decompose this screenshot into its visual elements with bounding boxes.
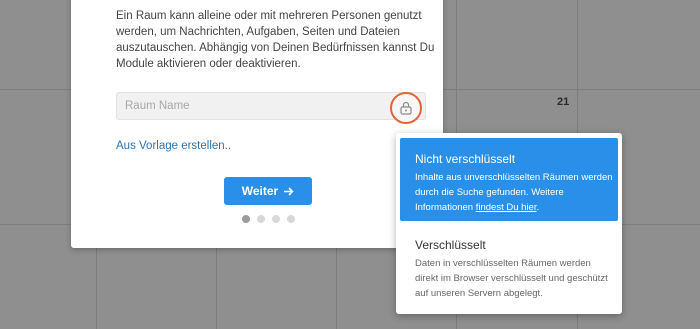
next-button-label: Weiter	[241, 184, 279, 198]
option-description: Inhalte aus unverschlüsselten Räumen wer…	[415, 172, 613, 213]
step-dot-3[interactable]	[272, 215, 280, 223]
next-button[interactable]: Weiter	[224, 177, 312, 205]
step-dot-1[interactable]	[242, 215, 250, 223]
modal-description: Ein Raum kann alleine oder mit mehreren …	[116, 10, 435, 70]
encryption-toggle-button[interactable]	[390, 92, 422, 124]
step-dot-2[interactable]	[257, 215, 265, 223]
calendar-day-number[interactable]: 21	[557, 96, 569, 108]
step-dot-4[interactable]	[287, 215, 295, 223]
lock-icon	[400, 101, 412, 115]
step-indicator	[242, 215, 295, 223]
more-info-link[interactable]: findest Du hier	[476, 202, 537, 213]
arrow-right-icon	[284, 186, 294, 196]
create-from-template-link[interactable]: Aus Vorlage erstellen..	[116, 140, 231, 152]
encryption-dropdown: Nicht verschlüsselt Inhalte aus unversch…	[396, 133, 622, 314]
option-not-encrypted[interactable]: Nicht verschlüsselt Inhalte aus unversch…	[400, 138, 618, 221]
option-description: Daten in verschlüsselten Räumen werden d…	[415, 258, 608, 299]
room-name-input[interactable]	[116, 92, 426, 120]
create-room-modal: Ein Raum kann alleine oder mit mehreren …	[71, 0, 443, 248]
option-title: Nicht verschlüsselt	[415, 152, 516, 166]
option-encrypted[interactable]: Verschlüsselt Daten in verschlüsselten R…	[400, 228, 618, 308]
option-title: Verschlüsselt	[415, 238, 486, 252]
